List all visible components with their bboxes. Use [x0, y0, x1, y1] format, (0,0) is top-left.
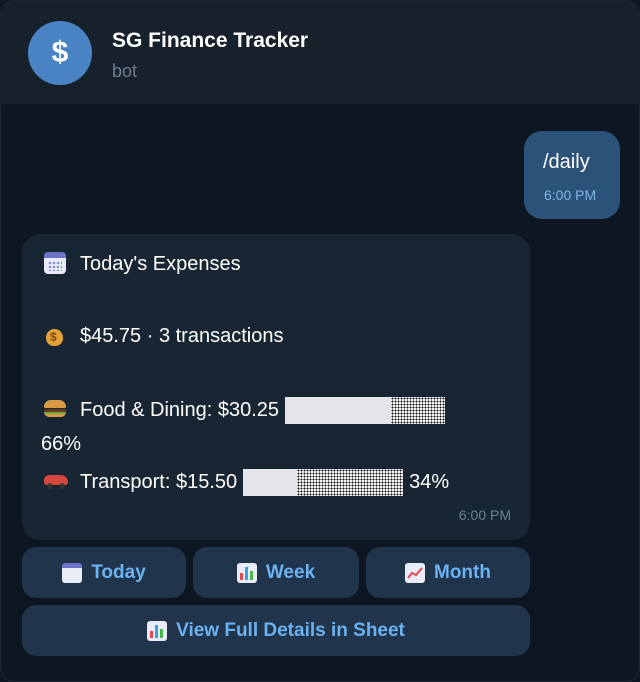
- week-button-label: Week: [265, 561, 316, 583]
- category-percent-transport: 34%: [409, 471, 450, 493]
- car-icon: [44, 471, 70, 495]
- category-percent-food: 66%: [41, 433, 82, 455]
- money-bag-icon: [44, 324, 70, 348]
- week-button[interactable]: Week: [193, 547, 359, 598]
- incoming-message-time: 6:00 PM: [458, 507, 511, 523]
- bot-avatar[interactable]: $: [28, 21, 92, 85]
- chat-subtitle: bot: [112, 61, 138, 81]
- chat-header[interactable]: $ SG Finance Tracker bot: [1, 1, 639, 105]
- bar-remainder: [391, 397, 446, 424]
- today-button[interactable]: Today: [22, 547, 186, 598]
- chat-window: $ SG Finance Tracker bot /daily 6:00 PM …: [0, 0, 640, 682]
- category-label-transport: Transport: $15.50: [80, 471, 238, 493]
- burger-icon: [44, 399, 70, 423]
- category-bar-transport: [243, 469, 404, 496]
- month-button-label: Month: [434, 561, 491, 583]
- bar-chart-icon: [236, 562, 257, 583]
- expenses-heading: Today's Expenses: [80, 252, 241, 275]
- summary-line: $45.75 · 3 transactions: [44, 324, 283, 348]
- category-row-transport: Transport: $15.50 34%: [44, 469, 449, 496]
- summary-text: $45.75 · 3 transactions: [80, 324, 284, 347]
- today-button-label: Today: [91, 561, 146, 583]
- view-sheet-button[interactable]: View Full Details in Sheet: [22, 605, 530, 656]
- category-label-food: Food & Dining: $30.25: [80, 399, 280, 421]
- expenses-heading-line: Today's Expenses: [44, 252, 241, 276]
- category-row-food: Food & Dining: $30.25: [44, 397, 446, 424]
- calendar-icon: [62, 562, 83, 583]
- outgoing-message-time: 6:00 PM: [544, 187, 597, 203]
- calendar-icon: [44, 252, 70, 276]
- month-button[interactable]: Month: [366, 547, 530, 598]
- bar-fill: [285, 397, 392, 424]
- outgoing-message-text: /daily: [543, 151, 590, 173]
- trend-up-icon: [405, 562, 425, 583]
- view-sheet-button-label: View Full Details in Sheet: [176, 619, 405, 641]
- outgoing-message[interactable]: /daily 6:00 PM: [524, 131, 620, 219]
- bar-fill: [243, 469, 298, 496]
- bar-remainder: [297, 469, 404, 496]
- chat-title: SG Finance Tracker: [112, 29, 309, 52]
- bar-chart-icon: [147, 620, 168, 641]
- category-bar-food: [285, 397, 446, 424]
- incoming-message[interactable]: Today's Expenses $45.75 · 3 transactions…: [22, 234, 530, 540]
